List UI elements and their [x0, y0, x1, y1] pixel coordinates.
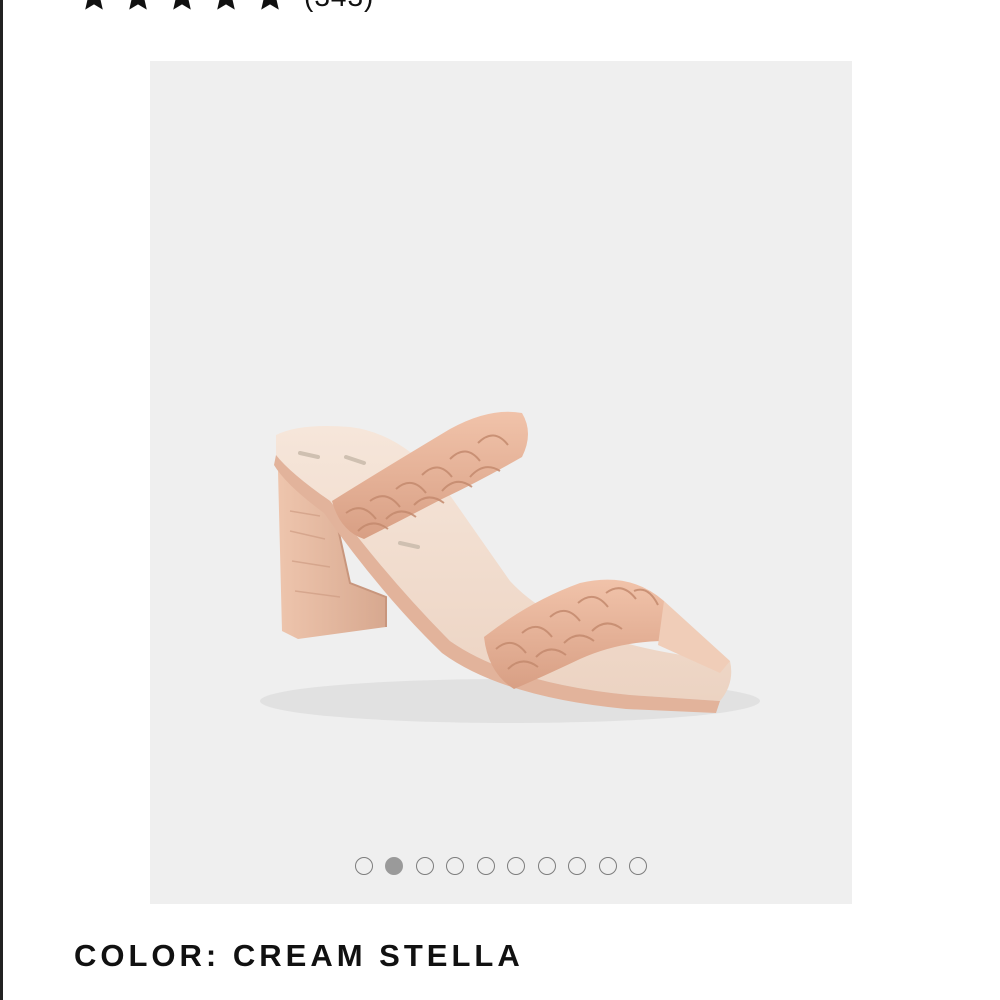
product-gallery[interactable]: [150, 61, 852, 904]
carousel-dot[interactable]: [598, 857, 617, 875]
carousel-pagination: [150, 857, 852, 875]
star-icon: [173, 0, 191, 10]
star-icon: [85, 0, 103, 10]
carousel-dot[interactable]: [476, 857, 495, 875]
carousel-dot[interactable]: [568, 857, 587, 875]
rating-row[interactable]: (343): [76, 0, 374, 12]
carousel-dot[interactable]: [415, 857, 434, 875]
carousel-dot[interactable]: [537, 857, 556, 875]
rating-count[interactable]: (343): [304, 0, 374, 13]
carousel-dot[interactable]: [446, 857, 465, 875]
star-icon: [217, 0, 235, 10]
carousel-dot-active[interactable]: [385, 857, 404, 875]
carousel-dot[interactable]: [354, 857, 373, 875]
color-value: CREAM STELLA: [232, 938, 524, 973]
star-icon: [261, 0, 279, 10]
selected-color: COLOR: CREAM STELLA: [74, 938, 524, 974]
carousel-dot[interactable]: [629, 857, 648, 875]
star-icon: [129, 0, 147, 10]
carousel-dot[interactable]: [507, 857, 526, 875]
sandal-product-image: [260, 411, 760, 723]
color-label: COLOR:: [74, 938, 221, 973]
left-border: [0, 0, 3, 1000]
